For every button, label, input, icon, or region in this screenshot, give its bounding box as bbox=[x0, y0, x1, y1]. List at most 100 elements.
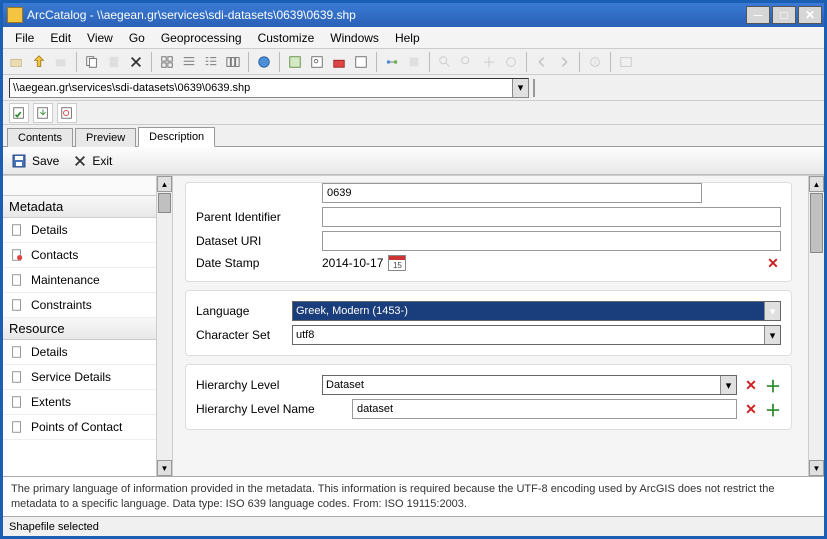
forward-icon[interactable] bbox=[554, 52, 574, 72]
validate-icon[interactable] bbox=[9, 103, 29, 123]
tab-preview[interactable]: Preview bbox=[75, 128, 136, 147]
file-identifier-input[interactable] bbox=[322, 183, 702, 203]
scroll-down-icon[interactable]: ▼ bbox=[809, 460, 824, 476]
doc-icon bbox=[9, 222, 25, 238]
exit-icon bbox=[73, 154, 87, 168]
sidebar-section-resource: Resource bbox=[3, 318, 156, 340]
toolbox-icon[interactable] bbox=[329, 52, 349, 72]
hierarchy-name-delete-icon[interactable]: ✕ bbox=[743, 401, 759, 417]
hierarchy-name-add-icon[interactable]: ＋ bbox=[765, 401, 781, 417]
model-icon[interactable] bbox=[382, 52, 402, 72]
thumbnails-icon[interactable] bbox=[223, 52, 243, 72]
hierarchy-add-icon[interactable]: ＋ bbox=[765, 377, 781, 393]
sidebar-section-metadata: Metadata bbox=[3, 196, 156, 218]
editor-toolbar: Save Exit bbox=[3, 147, 824, 175]
location-input[interactable] bbox=[10, 82, 512, 94]
sidebar-scrollbar[interactable]: ▲ ▼ bbox=[156, 176, 172, 476]
scroll-thumb[interactable] bbox=[810, 193, 823, 253]
menu-customize[interactable]: Customize bbox=[250, 29, 323, 47]
full-extent-icon[interactable] bbox=[501, 52, 521, 72]
contacts-icon bbox=[9, 247, 25, 263]
charset-value: utf8 bbox=[296, 329, 314, 341]
dropdown-icon[interactable]: ▾ bbox=[764, 302, 780, 320]
create-thumbnail-icon[interactable] bbox=[616, 52, 636, 72]
sidebar-item-constraints[interactable]: Constraints bbox=[3, 293, 156, 318]
metadata-toolbar bbox=[3, 101, 824, 125]
identify-icon[interactable]: i bbox=[585, 52, 605, 72]
maximize-button[interactable]: □ bbox=[772, 6, 796, 24]
python-icon[interactable] bbox=[351, 52, 371, 72]
menu-geoprocessing[interactable]: Geoprocessing bbox=[153, 29, 250, 47]
menu-view[interactable]: View bbox=[79, 29, 121, 47]
service-icon bbox=[9, 369, 25, 385]
parent-identifier-input[interactable] bbox=[322, 207, 781, 227]
constraints-icon bbox=[9, 297, 25, 313]
zoom-in-icon[interactable] bbox=[435, 52, 455, 72]
dropdown-icon[interactable]: ▾ bbox=[720, 376, 736, 394]
connect-folder-icon[interactable] bbox=[7, 52, 27, 72]
menu-edit[interactable]: Edit bbox=[42, 29, 79, 47]
location-dropdown-icon[interactable]: ▾ bbox=[512, 79, 528, 97]
back-icon[interactable] bbox=[532, 52, 552, 72]
sidebar-item-maintenance[interactable]: Maintenance bbox=[3, 268, 156, 293]
content-area: Metadata Details Contacts Maintenance Co… bbox=[3, 175, 824, 476]
charset-select[interactable]: utf8 ▾ bbox=[292, 325, 781, 345]
sidebar-item-res-details[interactable]: Details bbox=[3, 340, 156, 365]
hierarchy-name-input[interactable] bbox=[352, 399, 737, 419]
tab-description[interactable]: Description bbox=[138, 127, 215, 147]
date-delete-icon[interactable]: ✕ bbox=[765, 255, 781, 271]
delete-icon[interactable] bbox=[126, 52, 146, 72]
close-button[interactable]: ✕ bbox=[798, 6, 822, 24]
catalog-tree-icon[interactable] bbox=[285, 52, 305, 72]
copy-icon[interactable] bbox=[82, 52, 102, 72]
language-select[interactable]: Greek, Modern (1453-) ▾ bbox=[292, 301, 781, 321]
menu-windows[interactable]: Windows bbox=[322, 29, 387, 47]
search-icon[interactable] bbox=[307, 52, 327, 72]
sidebar-item-details[interactable]: Details bbox=[3, 218, 156, 243]
scroll-down-icon[interactable]: ▼ bbox=[157, 460, 172, 476]
hierarchy-level-value: Dataset bbox=[326, 379, 364, 391]
large-icons-icon[interactable] bbox=[157, 52, 177, 72]
hierarchy-delete-icon[interactable]: ✕ bbox=[743, 377, 759, 393]
scroll-up-icon[interactable]: ▲ bbox=[809, 176, 824, 192]
sidebar-item-service-details[interactable]: Service Details bbox=[3, 365, 156, 390]
sidebar-item-extents[interactable]: Extents bbox=[3, 390, 156, 415]
sidebar-item-points-of-contact[interactable]: Points of Contact bbox=[3, 415, 156, 440]
menu-help[interactable]: Help bbox=[387, 29, 428, 47]
main-scrollbar[interactable]: ▲ ▼ bbox=[808, 176, 824, 476]
environments-icon[interactable] bbox=[404, 52, 424, 72]
hierarchy-level-select[interactable]: Dataset ▾ bbox=[322, 375, 737, 395]
save-label: Save bbox=[32, 154, 59, 168]
paste-icon[interactable] bbox=[104, 52, 124, 72]
up-icon[interactable] bbox=[29, 52, 49, 72]
properties-icon[interactable] bbox=[57, 103, 77, 123]
hierarchy-name-label: Hierarchy Level Name bbox=[196, 402, 346, 416]
list-icon[interactable] bbox=[179, 52, 199, 72]
scroll-up-icon[interactable]: ▲ bbox=[157, 176, 172, 192]
hierarchy-level-label: Hierarchy Level bbox=[196, 378, 316, 392]
pan-icon[interactable] bbox=[479, 52, 499, 72]
window-title: ArcCatalog - \\aegean.gr\services\sdi-da… bbox=[27, 8, 746, 22]
disconnect-icon[interactable] bbox=[51, 52, 71, 72]
dropdown-icon[interactable]: ▾ bbox=[764, 326, 780, 344]
charset-label: Character Set bbox=[196, 328, 286, 342]
scroll-thumb[interactable] bbox=[158, 193, 171, 213]
dataset-uri-input[interactable] bbox=[322, 231, 781, 251]
exit-button[interactable]: Exit bbox=[73, 154, 112, 168]
menu-go[interactable]: Go bbox=[121, 29, 153, 47]
calendar-icon[interactable]: 15 bbox=[388, 255, 406, 271]
arcmap-icon[interactable] bbox=[254, 52, 274, 72]
minimize-button[interactable]: ─ bbox=[746, 6, 770, 24]
menu-file[interactable]: File bbox=[7, 29, 42, 47]
date-stamp-label: Date Stamp bbox=[196, 256, 316, 270]
form-panel: Parent Identifier Dataset URI Date Stamp… bbox=[173, 176, 824, 476]
extents-icon bbox=[9, 394, 25, 410]
sidebar-item-contacts[interactable]: Contacts bbox=[3, 243, 156, 268]
doc-icon bbox=[9, 344, 25, 360]
zoom-out-icon[interactable] bbox=[457, 52, 477, 72]
export-icon[interactable] bbox=[33, 103, 53, 123]
save-button[interactable]: Save bbox=[11, 153, 59, 169]
details-icon[interactable] bbox=[201, 52, 221, 72]
location-box: ▾ bbox=[9, 78, 529, 98]
tab-contents[interactable]: Contents bbox=[7, 128, 73, 147]
